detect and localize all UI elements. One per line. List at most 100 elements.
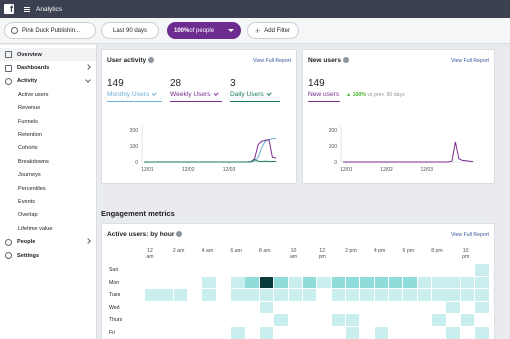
user-activity-chart: 0 100 200 12/01 12/02 12/03: [130, 126, 278, 173]
add-filter-button[interactable]: + Add Filter: [247, 22, 299, 39]
heatmap-cell[interactable]: [274, 276, 288, 289]
sidebar-item-dashboards[interactable]: Dashboards: [0, 61, 96, 74]
sidebar-item-cohorts[interactable]: Cohorts: [0, 142, 96, 155]
y-tick-label: 0: [334, 160, 337, 166]
app-title: Analytics: [36, 5, 63, 13]
heatmap-cell[interactable]: [331, 314, 346, 326]
people-segment-dropdown[interactable]: 100% of people: [167, 22, 241, 39]
heatmap-cell[interactable]: [475, 289, 489, 301]
view-full-report-link[interactable]: View Full Report: [451, 232, 489, 238]
sidebar-item-journeys[interactable]: Journeys: [0, 169, 96, 182]
heatmap-cell[interactable]: [231, 289, 245, 301]
sidebar-item-lifetime-value[interactable]: Lifetime value: [0, 222, 96, 235]
heatmap-cell[interactable]: [446, 289, 460, 301]
heatmap-cell[interactable]: [475, 301, 489, 314]
sidebar-item-activity[interactable]: Activity: [0, 75, 96, 88]
heatmap-cell[interactable]: [360, 276, 374, 289]
info-icon[interactable]: [176, 231, 183, 237]
sidebar-item-funnels[interactable]: Funnels: [0, 115, 96, 128]
sidebar-item-retention[interactable]: Retention: [0, 128, 96, 141]
heatmap-cell[interactable]: [288, 276, 303, 289]
heatmap-cell[interactable]: [345, 327, 360, 339]
sidebar-item-revenue[interactable]: Revenue: [0, 102, 96, 115]
heatmap-cell[interactable]: [259, 301, 274, 314]
heatmap-cell[interactable]: [288, 289, 303, 301]
sidebar-item-active-users[interactable]: Active users: [0, 88, 96, 101]
heatmap-cell[interactable]: [446, 276, 460, 289]
heatmap-cell[interactable]: [274, 289, 288, 301]
heatmap-cell[interactable]: [202, 289, 216, 301]
section-title-engagement: Engagement metrics: [101, 209, 175, 218]
hour-label: 2 pm: [345, 248, 357, 254]
facebook-logo-icon[interactable]: f: [4, 4, 14, 14]
hour-label: 6 pm: [402, 248, 415, 254]
plus-icon: +: [255, 25, 261, 36]
sidebar-item-settings[interactable]: Settings: [0, 249, 96, 262]
sidebar-item-overlap[interactable]: Overlap: [0, 209, 96, 222]
people-suffix: of people: [189, 27, 215, 34]
heatmap-cell[interactable]: [259, 289, 274, 301]
heatmap-cell[interactable]: [345, 314, 360, 326]
heatmap-cell[interactable]: [274, 314, 288, 326]
sidebar-item-label: Dashboards: [17, 65, 50, 72]
heatmap-cell[interactable]: [259, 276, 274, 289]
heatmap-cell[interactable]: [360, 289, 374, 301]
heatmap-cell[interactable]: [475, 327, 489, 339]
sidebar-item-breakdowns[interactable]: Breakdowns: [0, 155, 96, 168]
x-tick-label: 12/02: [380, 167, 393, 173]
heatmap-cell[interactable]: [460, 314, 475, 326]
heatmap-cell[interactable]: [374, 276, 389, 289]
sidebar-item-people[interactable]: People: [0, 235, 96, 248]
heatmap-cell[interactable]: [173, 289, 188, 301]
sidebar-item-label: Activity: [17, 78, 38, 85]
app-source-selector[interactable]: Pink Duck Publishin...: [4, 22, 96, 39]
heatmap-cell[interactable]: [345, 276, 360, 289]
sidebar-item-label: Percentiles: [18, 185, 46, 192]
sidebar-item-percentiles[interactable]: Percentiles: [0, 182, 96, 195]
heatmap-cell[interactable]: [388, 276, 403, 289]
heatmap-cell[interactable]: [159, 289, 173, 301]
heatmap-cell[interactable]: [417, 276, 432, 289]
series-line-monthly-users: [144, 137, 277, 163]
heatmap-cell[interactable]: [446, 327, 460, 339]
gear-icon: [5, 252, 12, 260]
x-tick-label: 12/01: [340, 167, 353, 173]
series-line-daily-users: [144, 159, 276, 163]
heatmap-cell[interactable]: [317, 276, 331, 289]
heatmap-cell[interactable]: [302, 289, 317, 301]
heatmap-cell[interactable]: [259, 327, 274, 339]
heatmap-cell[interactable]: [331, 289, 346, 301]
sidebar-item-events[interactable]: Events: [0, 195, 96, 208]
heatmap-cell[interactable]: [145, 289, 159, 301]
heatmap-cell[interactable]: [475, 276, 489, 289]
date-range-button[interactable]: Last 90 days: [101, 22, 159, 39]
heatmap-cell[interactable]: [388, 289, 403, 301]
heatmap-cell[interactable]: [374, 289, 389, 301]
heatmap-cell[interactable]: [331, 276, 346, 289]
heatmap-cell[interactable]: [460, 276, 475, 289]
heatmap-cell[interactable]: [345, 289, 360, 301]
x-tick-label: 12/03: [223, 167, 236, 173]
heatmap-cell[interactable]: [374, 327, 389, 339]
heatmap-cell[interactable]: [432, 289, 446, 301]
x-tick-label: 12/01: [141, 167, 154, 173]
heatmap-cell[interactable]: [432, 276, 446, 289]
heatmap-cell[interactable]: [403, 276, 417, 289]
filter-bar: Pink Duck Publishin... Last 90 days 100%…: [0, 18, 510, 44]
heatmap-cell[interactable]: [475, 264, 489, 276]
heatmap-cell[interactable]: [446, 301, 460, 314]
y-tick-label: 100: [130, 144, 139, 150]
heatmap-cell[interactable]: [231, 327, 245, 339]
hamburger-menu-icon[interactable]: [24, 6, 30, 12]
heatmap-cell[interactable]: [231, 276, 245, 289]
day-label: Fri: [109, 330, 116, 336]
heatmap-cell[interactable]: [245, 276, 259, 289]
heatmap-cell[interactable]: [417, 289, 432, 301]
heatmap-cell[interactable]: [432, 314, 446, 326]
heatmap-cell[interactable]: [403, 289, 417, 301]
heatmap-cell[interactable]: [460, 289, 475, 301]
heatmap-cell[interactable]: [302, 276, 317, 289]
heatmap-cell[interactable]: [245, 289, 259, 301]
sidebar-item-overview[interactable]: Overview: [0, 48, 96, 62]
heatmap-cell[interactable]: [202, 276, 216, 289]
